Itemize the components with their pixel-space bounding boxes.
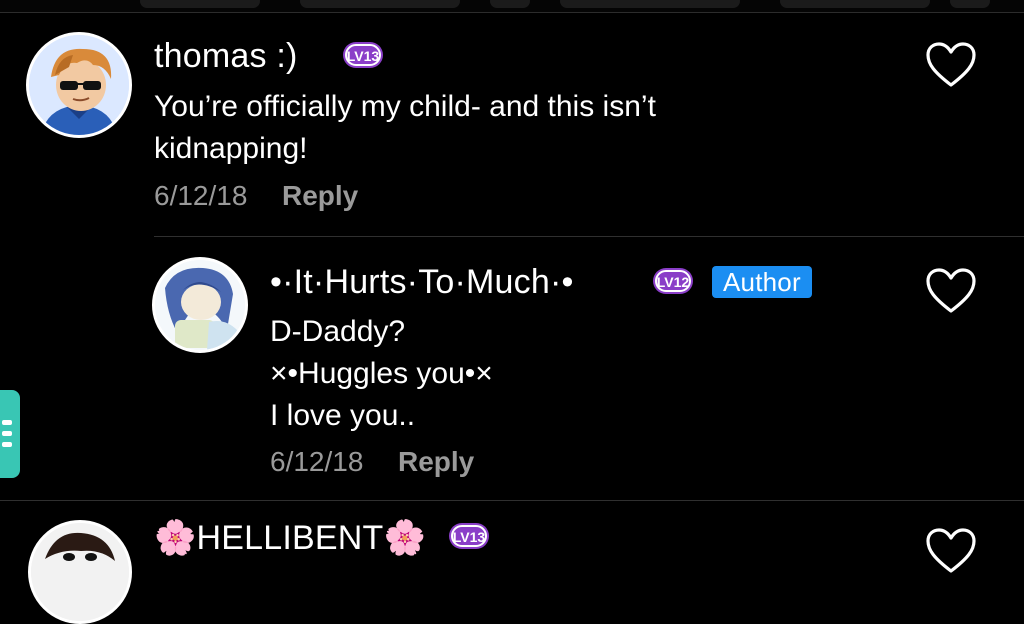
- previous-content-strip: [0, 0, 1024, 12]
- comment-username[interactable]: •·It·Hurts·To·Much·•: [270, 263, 574, 302]
- author-badge: Author: [712, 266, 812, 298]
- reply-button[interactable]: Reply: [398, 446, 474, 478]
- cartoon-avatar-icon: [31, 523, 129, 621]
- reply-button[interactable]: Reply: [282, 180, 358, 212]
- level-badge-label: LV13: [453, 529, 486, 545]
- level-badge-label: LV12: [657, 274, 690, 290]
- level-badge-label: LV13: [347, 48, 380, 64]
- heart-outline-icon[interactable]: [924, 266, 978, 316]
- comment-date: 6/12/18: [154, 180, 248, 211]
- level-badge-icon: LV13: [343, 42, 383, 68]
- menu-lines-icon: [2, 420, 12, 425]
- user-avatar[interactable]: [28, 520, 132, 624]
- comment-username[interactable]: thomas :): [154, 37, 298, 76]
- anime-girl-avatar-icon: [155, 260, 245, 350]
- user-avatar[interactable]: [26, 32, 132, 138]
- top-divider: [0, 12, 1024, 13]
- comment-username[interactable]: 🌸HELLIBENT🌸: [154, 518, 426, 558]
- level-badge-icon: LV12: [653, 268, 693, 294]
- user-avatar[interactable]: [152, 257, 248, 353]
- side-menu-tab[interactable]: [0, 390, 20, 478]
- reply-divider: [154, 236, 1024, 237]
- heart-outline-icon[interactable]: [924, 40, 978, 90]
- comment-text: You’re officially my child- and this isn…: [154, 90, 656, 165]
- cartoon-boy-avatar-icon: [29, 35, 129, 135]
- comment-text: D-Daddy? ×•Huggles you•× I love you..: [270, 315, 493, 432]
- heart-outline-icon[interactable]: [924, 526, 978, 576]
- level-badge-icon: LV13: [449, 523, 489, 549]
- comment-divider: [0, 500, 1024, 501]
- comment-date: 6/12/18: [270, 446, 364, 477]
